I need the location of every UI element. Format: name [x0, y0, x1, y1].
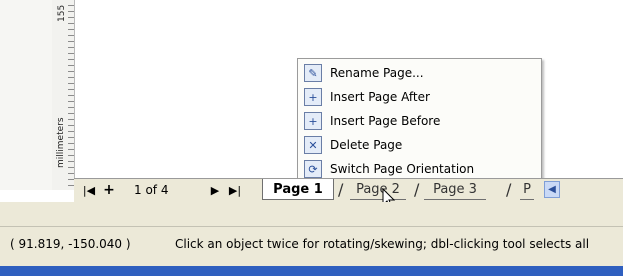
- tab-page-1[interactable]: Page 1: [262, 179, 334, 200]
- tab-scroll-left-button[interactable]: ◀: [544, 181, 560, 198]
- menu-item-rename-page[interactable]: ✎ Rename Page...: [300, 61, 538, 85]
- delete-page-icon: ✕: [304, 136, 322, 154]
- tab-page-3[interactable]: Page 3: [424, 179, 486, 200]
- next-page-button[interactable]: ▶: [208, 182, 222, 198]
- menu-item-insert-page-before[interactable]: + Insert Page Before: [300, 109, 538, 133]
- menu-item-label: Insert Page After: [330, 90, 430, 104]
- cursor-coordinates: ( 91.819, -150.040 ): [10, 237, 131, 251]
- menu-item-label: Insert Page Before: [330, 114, 441, 128]
- page-count-label: 1 of 4: [134, 183, 169, 197]
- last-page-button[interactable]: ▶|: [226, 182, 244, 198]
- menu-item-label: Delete Page: [330, 138, 403, 152]
- page-tab-bar: |◀ + 1 of 4 ▶ ▶| Page 1 / Page 2 / Page …: [74, 178, 623, 203]
- page-context-menu: ✎ Rename Page... + Insert Page After + I…: [297, 58, 542, 185]
- tab-separator: /: [506, 180, 512, 199]
- menu-item-delete-page[interactable]: ✕ Delete Page: [300, 133, 538, 157]
- vertical-ruler[interactable]: 155 millimeters: [52, 0, 75, 190]
- rename-page-icon: ✎: [304, 64, 322, 82]
- tab-page-4-partial[interactable]: P: [520, 179, 534, 200]
- status-hint: Click an object twice for rotating/skewi…: [175, 237, 590, 251]
- add-page-button[interactable]: +: [102, 182, 116, 198]
- tab-separator: /: [414, 180, 420, 199]
- status-bar: ( 91.819, -150.040 ) Click an object twi…: [0, 226, 623, 267]
- document-gray-band: [0, 202, 623, 226]
- tab-page-2[interactable]: Page 2: [350, 179, 406, 200]
- switch-orientation-icon: ⟳: [304, 160, 322, 178]
- window-bottom-border: [0, 266, 623, 276]
- menu-item-label: Rename Page...: [330, 66, 424, 80]
- tab-separator: /: [338, 180, 344, 199]
- canvas-area[interactable]: [0, 0, 52, 190]
- insert-page-before-icon: +: [304, 112, 322, 130]
- ruler-mark-label: 155: [57, 4, 67, 22]
- first-page-button[interactable]: |◀: [80, 182, 98, 198]
- menu-item-insert-page-after[interactable]: + Insert Page After: [300, 85, 538, 109]
- menu-item-label: Switch Page Orientation: [330, 162, 475, 176]
- ruler-unit-label: millimeters: [56, 117, 66, 168]
- insert-page-after-icon: +: [304, 88, 322, 106]
